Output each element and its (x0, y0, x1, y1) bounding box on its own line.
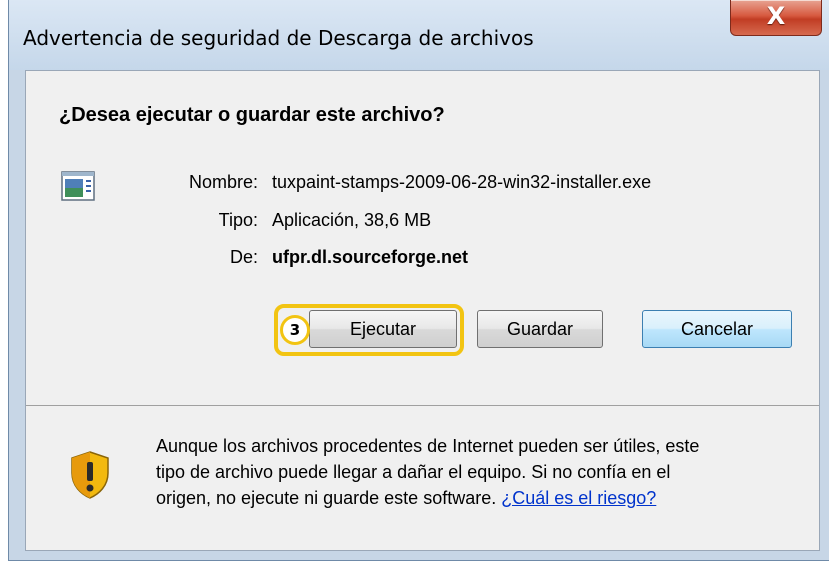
name-label: Nombre: (188, 172, 258, 192)
window-title: Advertencia de seguridad de Descarga de … (23, 26, 534, 50)
file-name-value: tuxpaint-stamps-2009-06-28-win32-install… (272, 172, 652, 192)
type-label: Tipo: (218, 210, 258, 230)
source-host-value: ufpr.dl.sourceforge.net (272, 247, 469, 267)
close-button[interactable]: X (730, 0, 822, 36)
dialog-question: ¿Desea ejecutar o guardar este archivo? (59, 104, 445, 126)
application-window-icon (61, 171, 95, 201)
risk-info-link[interactable]: ¿Cuál es el riesgo? (501, 488, 656, 508)
warning-section: Aunque los archivos procedentes de Inter… (26, 406, 819, 550)
security-shield-icon (71, 451, 109, 499)
close-icon: X (766, 2, 786, 30)
download-security-dialog: Advertencia de seguridad de Descarga de … (8, 0, 829, 561)
warning-line-1: Aunque los archivos procedentes de Inter… (156, 436, 700, 456)
step-number-badge: 3 (280, 315, 310, 345)
title-bar[interactable]: Advertencia de seguridad de Descarga de … (9, 0, 829, 70)
file-type-value: Aplicación, 38,6 MB (272, 210, 432, 230)
save-button[interactable]: Guardar (477, 310, 603, 348)
cancel-button[interactable]: Cancelar (642, 310, 792, 348)
warning-line-2: tipo de archivo puede llegar a dañar el … (156, 462, 671, 482)
warning-line-3: origen, no ejecute ni guarde este softwa… (156, 488, 497, 508)
dialog-body: ¿Desea ejecutar o guardar este archivo? … (25, 70, 820, 551)
from-label: De: (229, 247, 258, 267)
warning-text: Aunque los archivos procedentes de Inter… (156, 433, 796, 511)
